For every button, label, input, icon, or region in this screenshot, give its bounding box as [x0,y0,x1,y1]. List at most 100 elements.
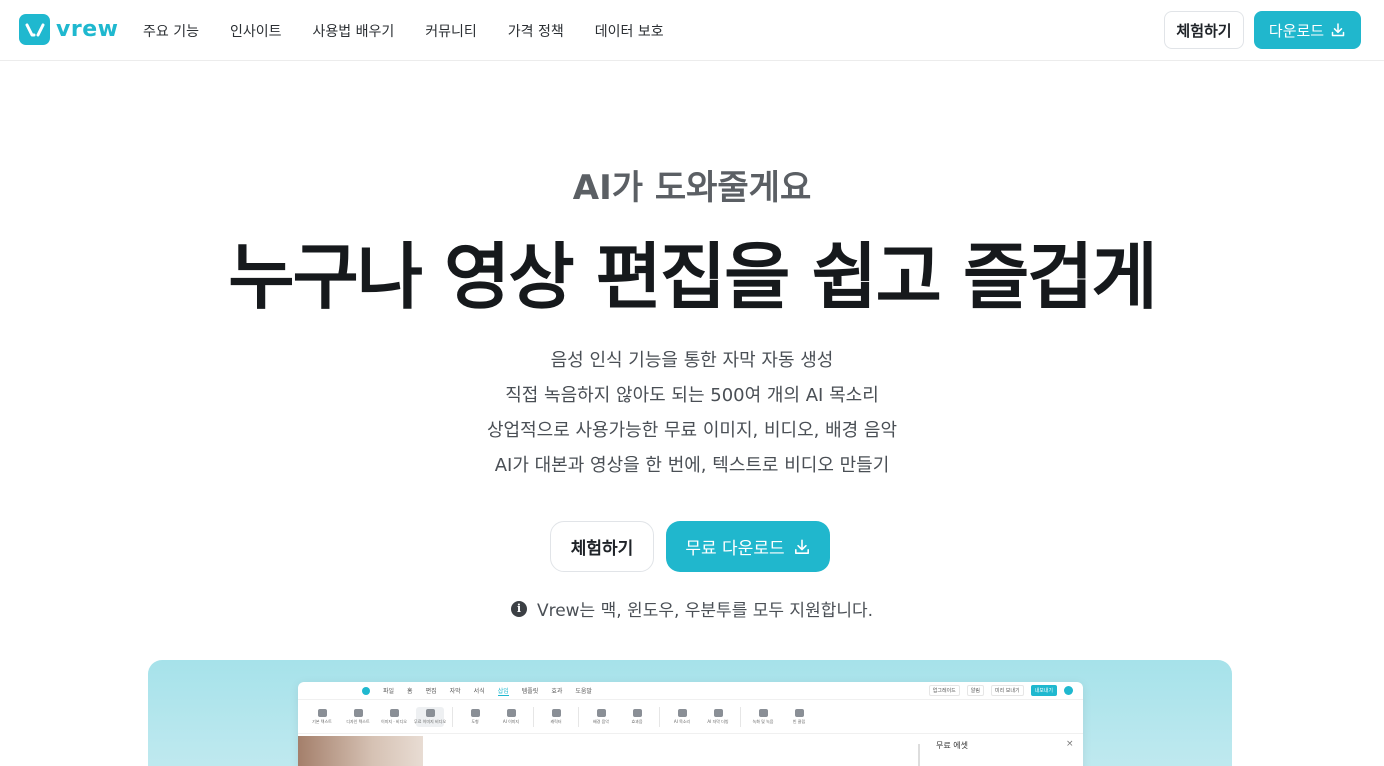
feature-list: 음성 인식 기능을 통한 자막 자동 생성 직접 녹음하지 않아도 되는 500… [0,343,1384,483]
app-preview-button: 미리 보내기 [991,685,1024,696]
app-menu-bar: 파일 홈 편집 자막 서식 삽입 템플릿 효과 도움말 업그레이드 알림 미리 … [298,682,1083,700]
app-tool: 기본 텍스트 [308,708,336,725]
music-icon [596,708,606,717]
vrew-logo-icon [19,14,50,45]
try-button-label: 체험하기 [1176,21,1232,40]
top-header: vrew 주요 기능 인사이트 사용법 배우기 커뮤니티 가격 정책 데이터 보… [0,0,1384,61]
nav-features[interactable]: 주요 기능 [143,21,199,41]
nav-data-protection[interactable]: 데이터 보호 [595,21,664,41]
app-tool: 효과음 [623,708,651,725]
platform-support-note: i Vrew는 맥, 윈도우, 우분투를 모두 지원합니다. [0,596,1384,621]
nav-pricing[interactable]: 가격 정책 [508,21,564,41]
nav-learn[interactable]: 사용법 배우기 [313,21,395,41]
nav-community[interactable]: 커뮤니티 [425,21,477,41]
app-tool: AI 이미지 [497,708,525,725]
ai-voice-icon [677,708,687,717]
feature-item: 상업적으로 사용가능한 무료 이미지, 비디오, 배경 음악 [486,420,898,441]
app-tool-label: 기본 텍스트 [312,718,332,724]
app-theme-icon [1064,686,1073,695]
app-tool-label: 녹화 및 녹음 [752,718,774,724]
free-assets-panel-title: 무료 에셋 [936,741,968,750]
app-tool-label: 배경 음악 [593,718,609,724]
media-icon [389,708,399,717]
info-icon: i [510,600,527,617]
app-menu-item: 효과 [551,688,563,695]
account-icon [362,687,370,695]
character-icon [551,708,561,717]
app-upgrade-button: 업그레이드 [928,685,960,696]
app-tool-selected: 무료 이미지 비디오 [414,706,446,727]
try-button[interactable]: 체험하기 [1164,11,1244,49]
hero-eyebrow: AI가 도와줄게요 [572,168,812,208]
app-menu-item-active: 삽입 [497,687,509,696]
app-tool: AI 자막 더빙 [704,708,732,725]
feature-item: AI가 대본과 영상을 한 번에, 텍스트로 비디오 만들기 [494,455,890,476]
free-media-icon [425,708,435,717]
download-button-label: 다운로드 [1268,21,1325,40]
vrew-logo[interactable]: vrew [19,14,118,45]
app-tool: 녹화 및 녹음 [749,708,777,725]
app-menu-item: 파일 [383,688,395,695]
app-tool: 캐릭터 [542,708,570,725]
app-tool: 배경 음악 [587,708,615,725]
panel-resize-handle [918,744,920,766]
app-tool: 이미지 · 비디오 [380,708,408,725]
app-tool-label: AI 이미지 [502,718,520,724]
support-text: Vrew는 맥, 윈도우, 우분투를 모두 지원합니다. [536,601,874,621]
download-icon [1331,23,1345,37]
feature-item: 직접 녹음하지 않아도 되는 500여 개의 AI 목소리 [505,385,879,406]
free-download-label: 무료 다운로드 [685,539,785,559]
ai-dubbing-icon [713,708,723,717]
app-toolbar: 기본 텍스트 디자인 텍스트 이미지 · 비디오 무료 이미지 비디오 도형 A… [298,700,1083,734]
app-tool-label: 디자인 텍스트 [346,718,370,724]
ai-image-icon [506,708,516,717]
app-menu-actions: 업그레이드 알림 미리 보내기 내보내기 [928,685,1073,696]
hero-try-label: 체험하기 [570,539,634,559]
app-body: 무료 에셋 × [298,734,1083,766]
video-thumbnail [298,736,423,766]
design-text-icon [353,708,363,717]
close-icon: × [1066,739,1074,749]
app-tool: 디자인 텍스트 [344,708,372,725]
app-window-screenshot: 파일 홈 편집 자막 서식 삽입 템플릿 효과 도움말 업그레이드 알림 미리 … [298,682,1083,766]
app-tool-label: AI 목소리 [673,718,691,724]
app-preview: 파일 홈 편집 자막 서식 삽입 템플릿 효과 도움말 업그레이드 알림 미리 … [148,660,1232,766]
app-tool-label: 이미지 · 비디오 [381,718,407,724]
app-tool-label: 효과음 [631,718,643,724]
app-tool-label: AI 자막 더빙 [707,718,729,724]
app-export-button: 내보내기 [1030,685,1057,696]
app-tool: 빈 클립 [785,708,813,725]
download-icon [794,538,809,554]
hero-try-button[interactable]: 체험하기 [550,521,654,572]
text-tool-icon [317,708,327,717]
toolbar-divider [740,706,741,727]
app-tool: AI 목소리 [668,708,696,725]
app-menu-item: 홈 [407,688,413,695]
toolbar-divider [533,706,534,727]
empty-clip-icon [794,708,804,717]
record-icon [758,708,768,717]
sound-effect-icon [632,708,642,717]
nav-insights[interactable]: 인사이트 [230,21,282,41]
app-menu-item: 편집 [425,688,437,695]
app-tool: 도형 [461,708,489,725]
toolbar-divider [452,706,453,727]
toolbar-divider [659,706,660,727]
download-button[interactable]: 다운로드 [1254,11,1361,49]
free-download-button[interactable]: 무료 다운로드 [666,521,830,572]
app-menu-item: 템플릿 [521,688,539,695]
app-notification-button: 알림 [966,685,984,696]
app-tool-label: 무료 이미지 비디오 [414,718,446,724]
app-menu-item: 서식 [473,688,485,695]
app-menu-item: 자막 [449,688,461,695]
toolbar-divider [578,706,579,727]
shape-icon [470,708,480,717]
main-nav: 주요 기능 인사이트 사용법 배우기 커뮤니티 가격 정책 데이터 보호 [143,0,695,61]
app-tool-label: 캐릭터 [550,718,562,724]
hero-headline: 누구나 영상 편집을 쉽고 즐겁게 [228,235,1157,319]
app-menu-item: 도움말 [575,688,592,695]
brand-name: vrew [56,17,119,42]
feature-item: 음성 인식 기능을 통한 자막 자동 생성 [550,350,834,371]
app-tool-label: 도형 [471,718,479,724]
app-tool-label: 빈 클립 [792,718,806,724]
